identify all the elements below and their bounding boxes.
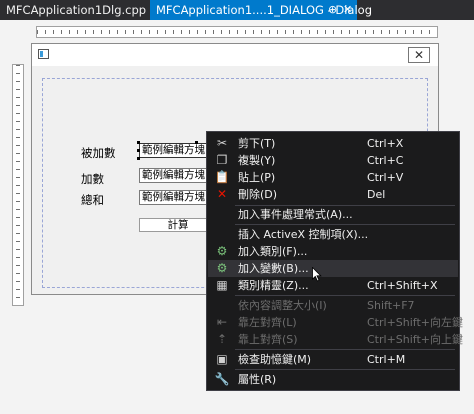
selection-handle[interactable] bbox=[137, 141, 140, 144]
menu-item-label: 類別精靈(Z)... bbox=[238, 279, 309, 292]
menu-item-shortcut: Shift+F7 bbox=[367, 299, 415, 312]
wrench-icon: 🔧 bbox=[214, 372, 230, 386]
add-variable-icon: ⚙ bbox=[216, 261, 228, 275]
menu-item-insert-activex[interactable]: 插入 ActiveX 控制項(X)... bbox=[208, 226, 458, 243]
check-mnemonics-icon: ▣ bbox=[216, 352, 228, 366]
menu-separator bbox=[235, 224, 455, 225]
align-left-icon: ⇤ bbox=[216, 315, 228, 329]
menu-item-shortcut: Ctrl+C bbox=[367, 154, 404, 167]
menu-item-shortcut: Del bbox=[367, 188, 386, 201]
selection-handle[interactable] bbox=[137, 149, 140, 152]
selection-handle[interactable] bbox=[195, 141, 198, 144]
menu-item-label: 加入變數(B)... bbox=[238, 262, 309, 275]
tab-dialog-designer-label: MFCApplication1....1_DIALOG - Dialog bbox=[156, 3, 372, 17]
menu-item-align-left: ⇤ 靠左對齊(L) Ctrl+Shift+向左鍵 bbox=[208, 314, 463, 331]
menu-item-label: 檢查助憶鍵(M) bbox=[238, 353, 312, 366]
menu-item-label: 複製(Y) bbox=[238, 154, 276, 167]
menu-item-label: 剪下(T) bbox=[238, 137, 276, 150]
delete-x-icon: ✕ bbox=[216, 187, 228, 201]
copy-icon: ❐ bbox=[216, 153, 228, 167]
menu-item-delete[interactable]: ✕ 刪除(D) Del bbox=[208, 186, 458, 203]
tab-dlg-cpp[interactable]: MFCApplication1Dlg.cpp bbox=[0, 0, 150, 20]
menu-separator bbox=[235, 369, 455, 370]
label-sum[interactable]: 總和 bbox=[81, 192, 104, 208]
menu-item-shortcut: Ctrl+M bbox=[367, 353, 406, 366]
menu-item-shortcut: Ctrl+Shift+向左鍵 bbox=[367, 316, 464, 329]
menu-item-cut[interactable]: ✂ 剪下(T) Ctrl+X bbox=[208, 135, 458, 152]
label-augend[interactable]: 加數 bbox=[81, 171, 104, 187]
menu-item-add-event-handler[interactable]: 加入事件處理常式(A)... bbox=[208, 206, 458, 223]
menu-item-label: 屬性(R) bbox=[238, 373, 277, 386]
dialog-app-icon bbox=[38, 49, 49, 59]
menu-item-properties[interactable]: 🔧 屬性(R) bbox=[208, 371, 458, 388]
scissors-icon: ✂ bbox=[216, 136, 228, 150]
menu-separator bbox=[235, 295, 455, 296]
add-class-icon: ⚙ bbox=[216, 244, 228, 258]
menu-item-label: 插入 ActiveX 控制項(X)... bbox=[238, 228, 369, 241]
menu-item-shortcut: Ctrl+X bbox=[367, 137, 404, 150]
menu-item-align-top: ⇡ 靠上對齊(S) Ctrl+Shift+向上鍵 bbox=[208, 331, 463, 348]
menu-item-label: 靠左對齊(L) bbox=[238, 316, 297, 329]
menu-item-shortcut: Ctrl+V bbox=[367, 171, 404, 184]
menu-item-paste[interactable]: 📋 貼上(P) Ctrl+V bbox=[208, 169, 458, 186]
menu-item-label: 依內容調整大小(I) bbox=[238, 299, 327, 312]
menu-item-label: 加入事件處理常式(A)... bbox=[238, 208, 353, 221]
paste-icon: 📋 bbox=[214, 170, 230, 184]
document-tab-strip: MFCApplication1Dlg.cpp MFCApplication1..… bbox=[0, 0, 474, 20]
menu-separator bbox=[235, 349, 455, 350]
pin-icon[interactable]: ⊕ bbox=[328, 0, 337, 20]
menu-item-shortcut: Ctrl+Shift+向上鍵 bbox=[367, 333, 464, 346]
dialog-title-bar: ✕ bbox=[32, 44, 438, 66]
menu-item-label: 加入類別(F)... bbox=[238, 245, 308, 258]
menu-item-size-to-content: 依內容調整大小(I) Shift+F7 bbox=[208, 297, 458, 314]
menu-item-label: 靠上對齊(S) bbox=[238, 333, 298, 346]
tab-dialog-designer[interactable]: MFCApplication1....1_DIALOG - Dialog ⊕ ✕ bbox=[150, 0, 372, 20]
menu-item-shortcut: Ctrl+Shift+X bbox=[367, 279, 438, 292]
menu-item-class-wizard[interactable]: ▦ 類別精靈(Z)... Ctrl+Shift+X bbox=[208, 277, 458, 294]
menu-item-add-variable[interactable]: ⚙ 加入變數(B)... bbox=[208, 260, 458, 277]
dialog-close-button[interactable]: ✕ bbox=[408, 47, 430, 63]
menu-item-check-mnemonics[interactable]: ▣ 檢查助憶鍵(M) Ctrl+M bbox=[208, 351, 458, 368]
class-wizard-icon: ▦ bbox=[216, 278, 228, 292]
menu-item-add-class[interactable]: ⚙ 加入類別(F)... bbox=[208, 243, 458, 260]
align-top-icon: ⇡ bbox=[216, 332, 228, 346]
tab-close-icon[interactable]: ✕ bbox=[343, 0, 352, 20]
horizontal-ruler bbox=[36, 26, 438, 38]
mouse-pointer-icon bbox=[312, 267, 322, 282]
vertical-ruler bbox=[12, 64, 24, 306]
menu-item-copy[interactable]: ❐ 複製(Y) Ctrl+C bbox=[208, 152, 458, 169]
menu-item-label: 貼上(P) bbox=[238, 171, 276, 184]
label-addend[interactable]: 被加數 bbox=[81, 145, 116, 161]
selection-handle[interactable] bbox=[137, 157, 140, 160]
context-menu: ✂ 剪下(T) Ctrl+X ❐ 複製(Y) Ctrl+C 📋 貼上(P) Ct… bbox=[206, 131, 463, 391]
menu-item-label: 刪除(D) bbox=[238, 188, 278, 201]
